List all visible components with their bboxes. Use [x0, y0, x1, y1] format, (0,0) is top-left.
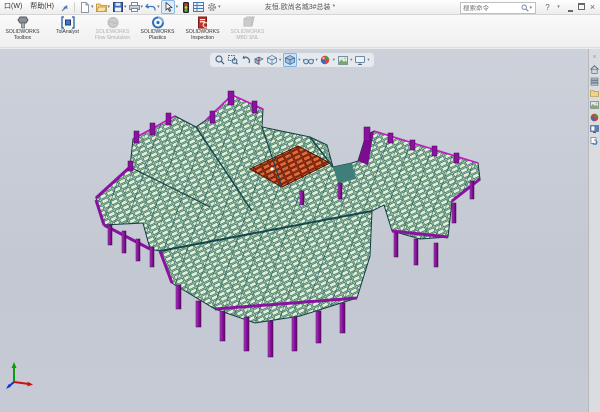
search-dropdown[interactable]: ▾ — [529, 5, 532, 11]
apply-scene-dropdown[interactable]: ▾ — [350, 57, 352, 63]
save-icon[interactable] — [112, 1, 124, 13]
section-view-icon[interactable] — [253, 54, 265, 66]
ribbon-button-plastics[interactable]: SOLIDWORKS Plastics — [135, 16, 180, 42]
undo-dropdown[interactable]: ▾ — [157, 4, 160, 10]
menu-window[interactable]: 口(W) — [0, 0, 26, 14]
ribbon-button-flow-simulation[interactable]: SOLIDWORKS Flow Simulation — [90, 16, 135, 42]
toolbox-bolt-icon — [16, 16, 30, 29]
coordinate-triad — [5, 360, 37, 390]
view-settings-dropdown[interactable]: ▾ — [367, 57, 369, 63]
window-controls: ? ▾ × — [542, 0, 598, 14]
apply-scene-icon[interactable] — [337, 54, 349, 66]
ribbon-button-mbd-snl[interactable]: SOLIDWORKS MBD SNL — [225, 16, 270, 42]
view-orientation-cube-icon[interactable] — [266, 54, 278, 66]
display-style-icon[interactable] — [283, 53, 297, 67]
search-icon[interactable] — [521, 4, 529, 12]
graphics-viewport[interactable]: ▾ ▾ ▾ ▾ ▾ ▾ — [0, 49, 588, 412]
search-input[interactable] — [463, 5, 521, 12]
help-button[interactable]: ? — [542, 3, 553, 12]
mbd-snl-icon — [241, 16, 255, 29]
edit-appearance-dropdown[interactable]: ▾ — [333, 57, 335, 63]
view-settings-icon[interactable] — [354, 54, 366, 66]
options-dropdown[interactable]: ▾ — [218, 4, 221, 10]
plastics-icon — [151, 16, 165, 29]
home-resources-icon[interactable] — [590, 64, 600, 74]
view-palette-icon[interactable] — [590, 100, 600, 110]
print-dropdown[interactable]: ▾ — [141, 4, 144, 10]
select-dropdown[interactable]: ▾ — [176, 4, 179, 10]
divider — [74, 2, 75, 12]
new-file-icon[interactable] — [79, 1, 91, 13]
tolanalyst-icon — [61, 16, 75, 29]
command-manager-ribbon: SOLIDWORKS Toolbox TolAnalyst SOLIDWORKS… — [0, 14, 600, 48]
new-file-dropdown[interactable]: ▾ — [91, 4, 94, 10]
document-recovery-icon[interactable] — [590, 136, 600, 146]
close-button[interactable]: × — [587, 2, 598, 12]
x-axis-arrow — [27, 382, 33, 387]
select-cursor-icon[interactable] — [161, 0, 175, 14]
ribbon-button-solidworks-toolbox[interactable]: SOLIDWORKS Toolbox — [0, 16, 45, 42]
minimize-button[interactable] — [565, 3, 576, 12]
zoom-to-area-icon[interactable] — [227, 54, 239, 66]
appearances-sphere-icon[interactable] — [590, 112, 600, 122]
undo-icon[interactable] — [145, 1, 157, 13]
edit-appearance-sphere-icon[interactable] — [319, 54, 331, 66]
save-dropdown[interactable]: ▾ — [124, 4, 127, 10]
heads-up-view-toolbar: ▾ ▾ ▾ ▾ ▾ ▾ — [210, 53, 374, 67]
custom-properties-screen-icon[interactable] — [590, 124, 600, 134]
help-dropdown[interactable]: ▾ — [553, 4, 564, 10]
rebuild-traffic-light-icon[interactable] — [180, 1, 192, 13]
y-axis-arrow — [12, 362, 17, 368]
restore-button[interactable] — [576, 3, 587, 12]
menu-help[interactable]: 帮助(H) — [26, 0, 58, 14]
3d-model-building-formwork[interactable] — [0, 49, 588, 412]
print-icon[interactable] — [128, 1, 140, 13]
ribbon-button-tolanalyst[interactable]: TolAnalyst — [45, 16, 90, 36]
highlight-dot — [270, 167, 273, 170]
file-properties-icon[interactable] — [193, 1, 205, 13]
ribbon-button-inspection[interactable]: SOLIDWORKS Inspection — [180, 16, 225, 42]
search-box[interactable]: ▾ — [460, 2, 536, 14]
zoom-to-fit-icon[interactable] — [214, 54, 226, 66]
open-file-dropdown[interactable]: ▾ — [108, 4, 111, 10]
file-explorer-icon[interactable] — [590, 88, 600, 98]
options-gear-icon[interactable] — [206, 1, 218, 13]
task-pane-tab-strip: × — [588, 49, 600, 412]
pin-icon[interactable] — [59, 1, 71, 13]
design-library-icon[interactable] — [590, 76, 600, 86]
title-bar: 口(W) 帮助(H) ▾ ▾ ▾ ▾ ▾ ▾ ▾ 友恒.欧尚名城3#总装 * ▾… — [0, 0, 600, 15]
flow-simulation-icon — [106, 16, 120, 29]
inspection-icon — [196, 16, 210, 29]
hide-show-items-glasses-icon[interactable] — [302, 54, 314, 66]
open-file-icon[interactable] — [95, 1, 107, 13]
collapse-chevron-icon[interactable]: × — [590, 52, 600, 62]
display-style-dropdown[interactable]: ▾ — [298, 57, 300, 63]
hide-show-dropdown[interactable]: ▾ — [316, 57, 318, 63]
previous-view-icon[interactable] — [240, 54, 252, 66]
view-orientation-dropdown[interactable]: ▾ — [279, 57, 281, 63]
